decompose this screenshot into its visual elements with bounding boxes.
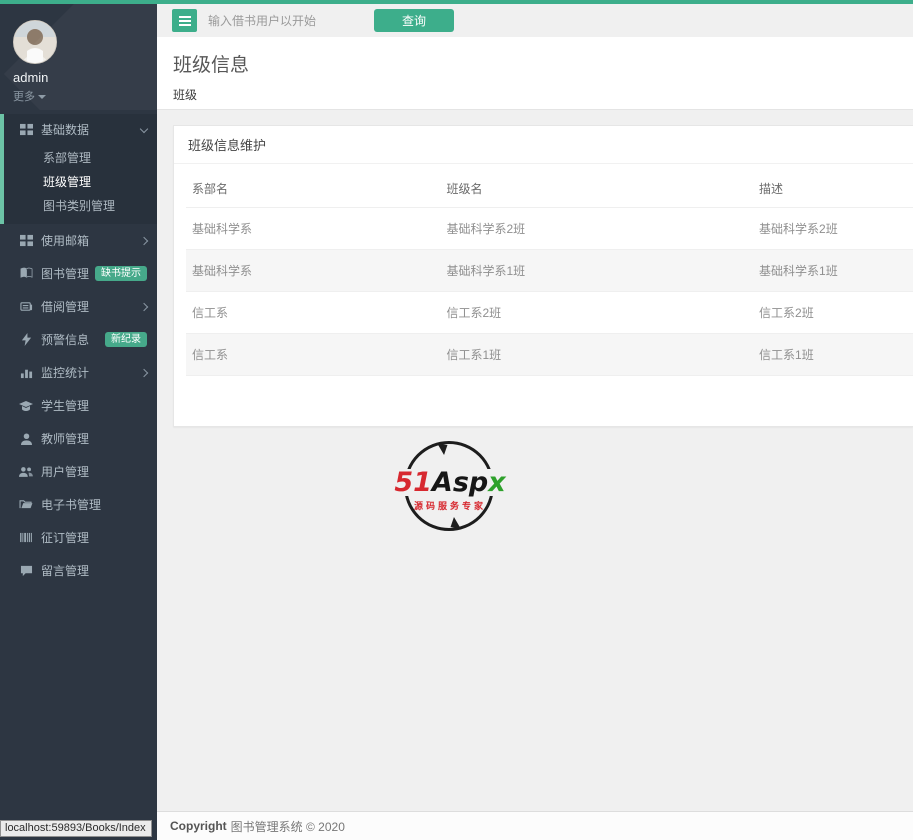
sidebar-item-user-management[interactable]: 用户管理 [0, 455, 157, 488]
bolt-icon [19, 333, 33, 347]
grid-icon [19, 234, 33, 248]
submenu-item-department[interactable]: 系部管理 [4, 146, 157, 170]
caret-down-icon [38, 95, 46, 100]
graduation-icon [19, 399, 33, 413]
logo-text: 51Aspx [385, 469, 515, 496]
table-row[interactable]: 信工系 信工系2班 信工系2班 [186, 291, 913, 334]
submenu-item-book-category[interactable]: 图书类别管理 [4, 194, 157, 218]
sidebar-item-label: 基础数据 [41, 122, 90, 137]
class-table: 系部名 班级名 描述 基础科学系 基础科学系2班 基础科学系2班 基础科学系 基… [186, 170, 913, 376]
sidebar-item-borrow-management[interactable]: 借阅管理 [0, 290, 157, 323]
folder-open-icon [19, 498, 33, 512]
main-area: 查询 班级信息 班级 班级信息维护 系部名 班级名 描述 [157, 4, 913, 840]
grid-icon [19, 122, 33, 136]
sidebar-item-warning-info[interactable]: 预警信息 新纪录 [0, 323, 157, 356]
col-header-class: 班级名 [440, 170, 754, 208]
query-button[interactable]: 查询 [374, 9, 454, 32]
borrow-user-search-input[interactable] [208, 13, 358, 28]
chevron-left-icon [139, 368, 149, 377]
missing-book-badge: 缺书提示 [95, 266, 147, 281]
col-header-description: 描述 [753, 170, 913, 208]
sidebar: admin 更多 基础数据 系部管理 班级管理 图书类别管理 使用邮箱 图书管理… [0, 4, 157, 840]
avatar[interactable] [13, 20, 57, 64]
panel-title: 班级信息维护 [174, 126, 913, 164]
panel-body: 系部名 班级名 描述 基础科学系 基础科学系2班 基础科学系2班 基础科学系 基… [174, 164, 913, 426]
51aspx-logo: 51Aspx 源码服务专家 [385, 438, 515, 539]
submenu-item-class[interactable]: 班级管理 [4, 170, 157, 194]
sidebar-item-message-management[interactable]: 留言管理 [0, 554, 157, 587]
chevron-left-icon [139, 236, 149, 245]
sidebar-item-basic-data[interactable]: 基础数据 [4, 114, 157, 144]
class-info-panel: 班级信息维护 系部名 班级名 描述 基础科学系 基础科学系2班 基础科学系2班 … [173, 125, 913, 427]
bar-chart-icon [19, 366, 33, 380]
book-icon [19, 267, 33, 281]
sidebar-menu: 基础数据 系部管理 班级管理 图书类别管理 使用邮箱 图书管理 缺书提示 借阅管… [0, 114, 157, 587]
user-name: admin [13, 70, 49, 85]
topbar: 查询 [157, 4, 913, 37]
user-more-dropdown[interactable]: 更多 [13, 88, 157, 104]
table-header-row: 系部名 班级名 描述 [186, 170, 913, 208]
sidebar-item-ebook-management[interactable]: 电子书管理 [0, 488, 157, 521]
new-record-badge: 新纪录 [105, 332, 147, 347]
top-accent-strip [0, 0, 913, 4]
col-header-department: 系部名 [186, 170, 441, 208]
user-panel: admin 更多 [0, 4, 157, 110]
sidebar-item-teacher-management[interactable]: 教师管理 [0, 422, 157, 455]
page-title: 班级信息 [173, 55, 250, 76]
chevron-left-icon [139, 302, 149, 311]
footer-copyright-text: 图书管理系统 © 2020 [230, 819, 345, 834]
footer-copyright-label: Copyright [170, 819, 227, 833]
barcode-icon [19, 531, 33, 545]
sidebar-item-book-management[interactable]: 图书管理 缺书提示 [0, 257, 157, 290]
page-header: 班级信息 班级 [157, 37, 913, 110]
newspaper-icon [19, 300, 33, 314]
table-row[interactable]: 信工系 信工系1班 信工系1班 [186, 333, 913, 376]
chevron-down-icon [139, 124, 149, 134]
logo-arrow-icon [447, 516, 461, 534]
sidebar-item-mailbox[interactable]: 使用邮箱 [0, 224, 157, 257]
user-icon [19, 432, 33, 446]
users-icon [19, 465, 33, 479]
browser-status-tooltip: localhost:59893/Books/Index [0, 820, 152, 837]
submenu-basic-data: 系部管理 班级管理 图书类别管理 [4, 144, 157, 224]
sidebar-item-subscription-management[interactable]: 征订管理 [0, 521, 157, 554]
breadcrumb: 班级 [173, 88, 198, 102]
comment-icon [19, 564, 33, 578]
sidebar-item-monitor-stats[interactable]: 监控统计 [0, 356, 157, 389]
footer: Copyright 图书管理系统 © 2020 [157, 811, 913, 840]
logo-arrow-icon [437, 438, 451, 456]
menu-group-basic-data: 基础数据 系部管理 班级管理 图书类别管理 [0, 114, 157, 224]
sidebar-item-student-management[interactable]: 学生管理 [0, 389, 157, 422]
content-area: 班级信息维护 系部名 班级名 描述 基础科学系 基础科学系2班 基础科学系2班 … [157, 110, 913, 810]
sidebar-toggle-button[interactable] [172, 9, 197, 32]
logo-subtitle: 源码服务专家 [413, 501, 486, 511]
table-row[interactable]: 基础科学系 基础科学系1班 基础科学系1班 [186, 249, 913, 292]
table-row[interactable]: 基础科学系 基础科学系2班 基础科学系2班 [186, 207, 913, 250]
